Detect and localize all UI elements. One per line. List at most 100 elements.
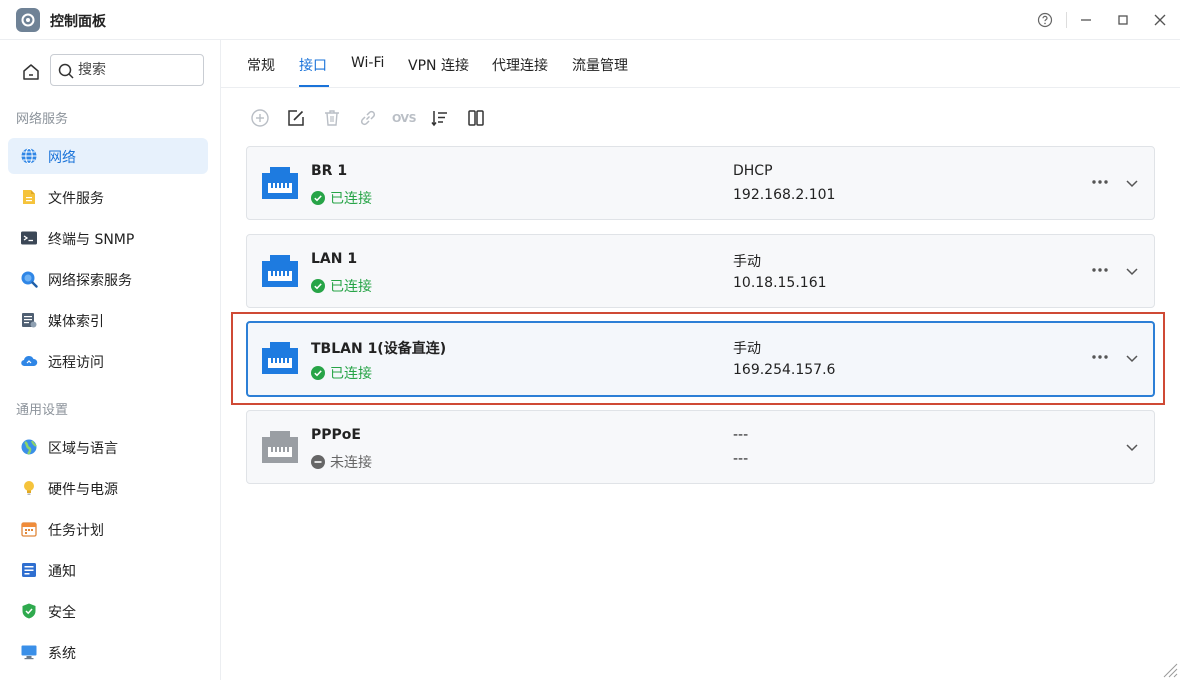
search-input[interactable] [78, 60, 198, 80]
tab-traffic[interactable]: 流量管理 [572, 55, 628, 75]
close-button[interactable] [1150, 10, 1170, 30]
sidebar-item-hardware-power[interactable]: 硬件与电源 [8, 470, 208, 506]
tab-vpn[interactable]: VPN 连接 [408, 55, 469, 75]
status-badge: 已连接 [311, 363, 372, 383]
ethernet-port-icon [260, 340, 300, 376]
chevron-down-icon[interactable] [1123, 349, 1141, 367]
tab-proxy[interactable]: 代理连接 [492, 55, 548, 75]
sidebar-item-label: 任务计划 [48, 523, 104, 539]
tab-general[interactable]: 常规 [247, 55, 275, 75]
ethernet-port-disconnected-icon [260, 429, 300, 465]
status-text: 已连接 [330, 191, 372, 207]
ip-address: 169.254.157.6 [733, 362, 836, 378]
interface-name: TBLAN 1(设备直连) [311, 341, 447, 357]
check-circle-icon [311, 366, 325, 380]
columns-icon[interactable] [465, 107, 487, 129]
ip-mode: --- [733, 427, 749, 443]
status-text: 已连接 [330, 279, 372, 295]
active-tab-indicator [299, 85, 329, 87]
ethernet-port-icon [260, 165, 300, 201]
chevron-down-icon[interactable] [1123, 174, 1141, 192]
chevron-down-icon[interactable] [1123, 262, 1141, 280]
interface-card-tblan1[interactable]: TBLAN 1(设备直连) 已连接 手动 169.254.157.6 [246, 321, 1155, 397]
media-index-icon [20, 311, 38, 329]
monitor-icon [20, 643, 38, 661]
sidebar-item-label: 网络探索服务 [48, 273, 132, 289]
ip-address: --- [733, 451, 749, 467]
globe-icon [20, 147, 38, 165]
notification-icon [20, 561, 38, 579]
control-panel-app-icon [16, 8, 40, 32]
sidebar-item-label: 系统 [48, 646, 76, 662]
title-divider [1066, 12, 1067, 28]
chevron-down-icon[interactable] [1123, 438, 1141, 456]
ovs-icon[interactable]: OVS [391, 107, 417, 129]
ip-mode: 手动 [733, 341, 761, 357]
search-icon [58, 63, 74, 79]
tab-bar: 常规 接口 Wi-Fi VPN 连接 代理连接 流量管理 [221, 40, 1180, 88]
sidebar-item-notification[interactable]: 通知 [8, 552, 208, 588]
minimize-button[interactable] [1076, 10, 1096, 30]
sidebar-item-label: 硬件与电源 [48, 482, 118, 498]
window-title: 控制面板 [50, 14, 106, 30]
interface-name: PPPoE [311, 427, 361, 443]
sidebar-item-label: 通知 [48, 564, 76, 580]
sidebar-item-security[interactable]: 安全 [8, 593, 208, 629]
section-title-network-services: 网络服务 [16, 112, 69, 127]
ip-mode: DHCP [733, 163, 773, 179]
ovs-label: OVS [392, 111, 417, 125]
more-options-icon[interactable] [1089, 262, 1111, 278]
search-box[interactable] [50, 54, 204, 86]
main-content: 常规 接口 Wi-Fi VPN 连接 代理连接 流量管理 OVS BR 1 已连… [221, 40, 1180, 680]
sidebar-item-network-discovery[interactable]: 网络探索服务 [8, 261, 208, 297]
sidebar-item-label: 终端与 SNMP [48, 232, 135, 248]
more-options-icon[interactable] [1089, 174, 1111, 190]
magnifier-icon [20, 270, 38, 288]
link-icon[interactable] [357, 107, 379, 129]
sidebar-item-terminal-snmp[interactable]: 终端与 SNMP [8, 220, 208, 256]
sidebar-item-label: 远程访问 [48, 355, 104, 371]
add-icon[interactable] [249, 107, 271, 129]
ip-address: 192.168.2.101 [733, 187, 836, 203]
sidebar-item-label: 文件服务 [48, 191, 104, 207]
section-title-general-settings: 通用设置 [16, 403, 69, 418]
interface-card-lan1[interactable]: LAN 1 已连接 手动 10.18.15.161 [246, 234, 1155, 308]
interface-name: LAN 1 [311, 251, 358, 267]
sidebar-item-media-index[interactable]: 媒体索引 [8, 302, 208, 338]
sidebar-item-region-language[interactable]: 区域与语言 [8, 429, 208, 465]
check-circle-icon [311, 191, 325, 205]
edit-icon[interactable] [285, 107, 307, 129]
calendar-icon [20, 520, 38, 538]
home-icon[interactable] [16, 57, 46, 87]
resize-grip[interactable] [1160, 660, 1178, 678]
terminal-icon [20, 229, 38, 247]
tab-wifi[interactable]: Wi-Fi [351, 55, 384, 71]
status-badge: 未连接 [311, 452, 372, 472]
ip-mode: 手动 [733, 254, 761, 270]
status-badge: 已连接 [311, 188, 372, 208]
lightbulb-icon [20, 479, 38, 497]
sidebar-item-remote-access[interactable]: 远程访问 [8, 343, 208, 379]
folder-icon [20, 188, 38, 206]
interface-card-pppoe[interactable]: PPPoE 未连接 --- --- [246, 410, 1155, 484]
maximize-button[interactable] [1113, 10, 1133, 30]
sidebar-item-label: 媒体索引 [48, 314, 104, 330]
more-options-icon[interactable] [1089, 349, 1111, 365]
status-text: 已连接 [330, 366, 372, 382]
sidebar-item-label: 区域与语言 [48, 441, 118, 457]
status-badge: 已连接 [311, 276, 372, 296]
interface-card-br1[interactable]: BR 1 已连接 DHCP 192.168.2.101 [246, 146, 1155, 220]
sidebar-item-task-scheduler[interactable]: 任务计划 [8, 511, 208, 547]
region-globe-icon [20, 438, 38, 456]
delete-icon[interactable] [321, 107, 343, 129]
sidebar-item-system[interactable]: 系统 [8, 634, 208, 670]
tab-interfaces[interactable]: 接口 [299, 55, 327, 75]
ip-address: 10.18.15.161 [733, 275, 827, 291]
help-icon[interactable] [1035, 10, 1055, 30]
sidebar-item-label: 网络 [48, 150, 76, 166]
sidebar: 网络服务 网络 文件服务 终端与 SNMP 网络探索服务 媒体索引 远程访问 [0, 40, 221, 680]
sidebar-item-file-services[interactable]: 文件服务 [8, 179, 208, 215]
cloud-icon [20, 352, 38, 370]
sort-icon[interactable] [429, 107, 451, 129]
sidebar-item-network[interactable]: 网络 [8, 138, 208, 174]
